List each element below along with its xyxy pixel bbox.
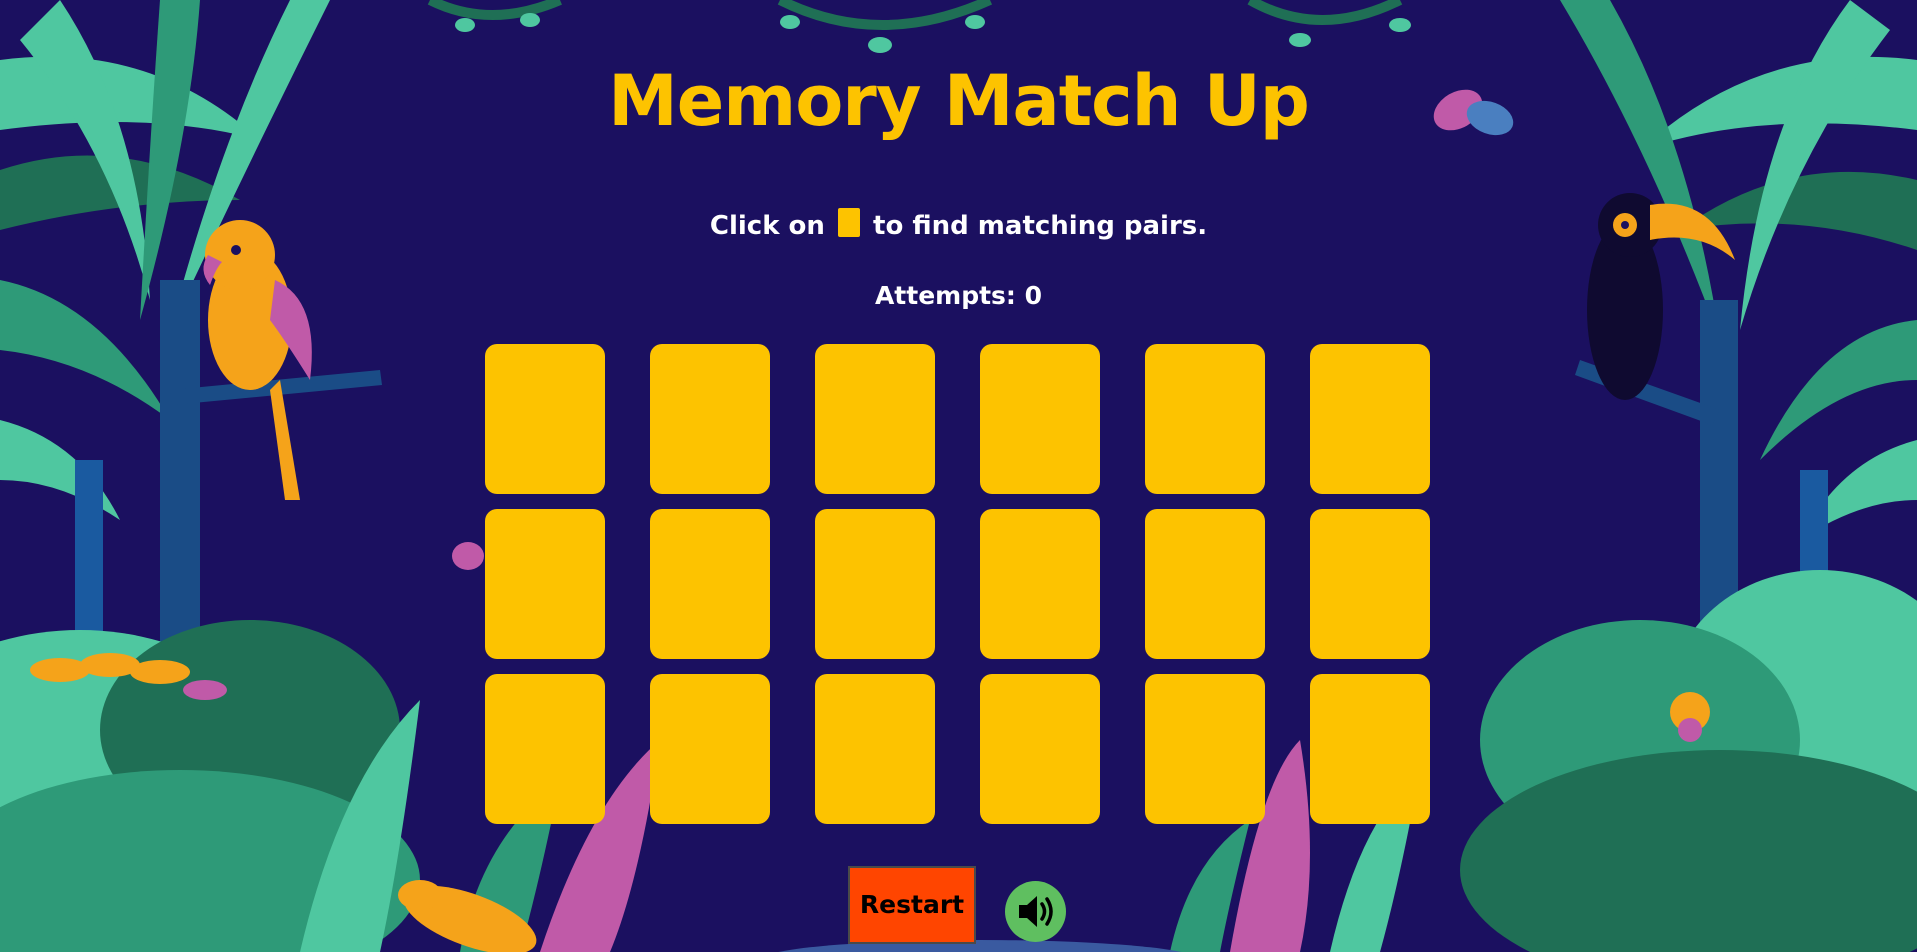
card[interactable]	[1145, 674, 1265, 824]
card[interactable]	[1310, 344, 1430, 494]
card[interactable]	[485, 509, 605, 659]
instructions: Click on to find matching pairs.	[0, 208, 1917, 244]
card[interactable]	[815, 674, 935, 824]
instructions-text-after: to find matching pairs.	[863, 211, 1208, 241]
card[interactable]	[1145, 509, 1265, 659]
card-board	[485, 344, 1430, 825]
restart-button[interactable]: Restart	[848, 866, 976, 944]
attempts-label: Attempts:	[874, 281, 1025, 310]
attempts-counter: Attempts: 0	[0, 278, 1917, 314]
card[interactable]	[1310, 674, 1430, 824]
speaker-volume-icon	[1019, 896, 1053, 927]
card[interactable]	[650, 674, 770, 824]
game-title: Memory Match Up	[608, 60, 1310, 142]
attempts-value: 0	[1024, 281, 1043, 310]
pond	[778, 940, 1182, 952]
card[interactable]	[815, 509, 935, 659]
hanging-vines	[427, 0, 1403, 30]
card[interactable]	[650, 344, 770, 494]
sound-toggle-button[interactable]	[1005, 881, 1066, 942]
game-stage: Memory Match Up Click on to find matchin…	[0, 0, 1917, 952]
card[interactable]	[1310, 509, 1430, 659]
card[interactable]	[980, 344, 1100, 494]
card[interactable]	[815, 344, 935, 494]
card[interactable]	[485, 344, 605, 494]
card[interactable]	[650, 509, 770, 659]
card-icon	[837, 208, 860, 237]
card[interactable]	[485, 674, 605, 824]
card[interactable]	[1145, 344, 1265, 494]
card[interactable]	[980, 674, 1100, 824]
instructions-text-before: Click on	[709, 211, 834, 241]
card[interactable]	[980, 509, 1100, 659]
